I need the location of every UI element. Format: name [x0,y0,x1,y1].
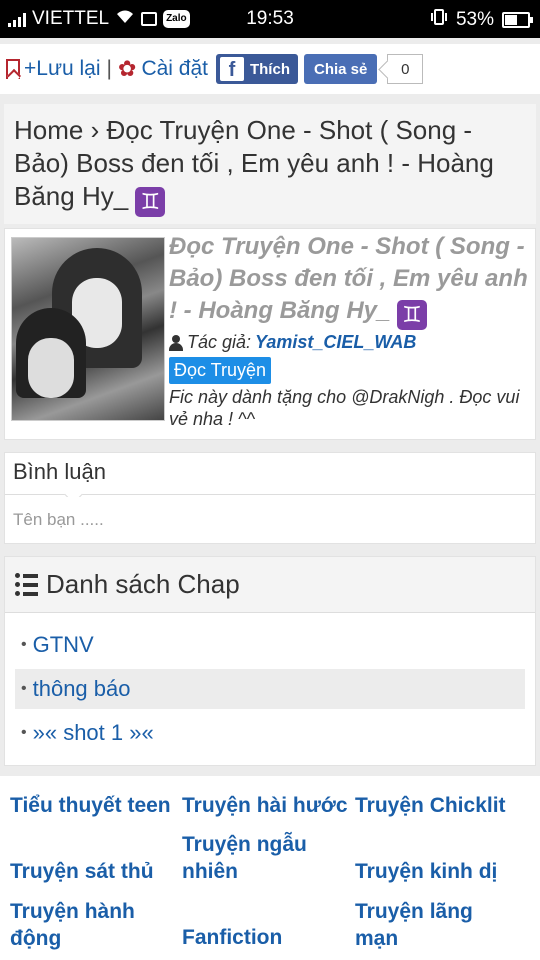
category-link-teen-novel[interactable]: Tiểu thuyết teen [10,792,180,819]
status-right: 53% [430,8,533,32]
save-label: +Lưu lại [24,57,101,80]
battery-percent: 53% [455,9,494,30]
facebook-icon: f [219,57,244,81]
chapter-list-header: Danh sách Chap [5,557,535,613]
bullet-icon: • [21,724,27,741]
story-card: Đọc Truyện One - Shot ( Song - Bảo) Boss… [4,228,536,440]
facebook-like-button[interactable]: f Thích [215,54,298,84]
share-button[interactable]: Chia sẻ [303,54,378,84]
chapter-label: »« shot 1 »« [32,720,154,745]
bullet-icon: • [21,680,27,697]
vibrate-icon [430,8,448,32]
comment-heading: Bình luận [5,453,535,495]
chapter-label: thông báo [32,676,131,701]
category-grid: Tiểu thuyết teen Truyện hài hước Truyện … [0,776,540,960]
category-link-action[interactable]: Truyện hành động [10,898,160,952]
status-bar: VIETTEL Zalo 19:53 53% [0,0,540,38]
battery-fill [505,15,517,25]
settings-button[interactable]: ✿ Cài đặt [118,56,208,82]
chapter-label: GTNV [32,632,94,657]
category-link-fanfiction[interactable]: Fanfiction [182,924,352,951]
story-description: Fic này dành tặng cho @DrakNigh . Đọc vu… [169,387,520,429]
name-input[interactable] [5,497,535,543]
toolbar-separator: | [106,57,112,80]
category-link-chicklit[interactable]: Truyện Chicklit [355,792,535,819]
category-link-comedy[interactable]: Truyện hài hước [182,792,352,819]
story-info: Đọc Truyện One - Shot ( Song - Bảo) Boss… [169,231,533,430]
chapter-item[interactable]: • GTNV [15,625,525,665]
like-label: Thích [249,60,290,78]
save-button[interactable]: +Lưu lại [6,57,101,81]
gemini-icon: ♊ [397,300,428,330]
chapter-item[interactable]: • thông báo [15,669,525,709]
share-count: 0 [387,54,424,84]
user-icon [169,334,183,351]
category-link-horror[interactable]: Truyện kinh dị [355,858,535,885]
battery-icon [502,12,533,28]
category-link-romance[interactable]: Truyện lãng mạn [355,898,505,952]
gear-icon: ✿ [118,56,137,81]
breadcrumb-text[interactable]: Home › Đọc Truyện One - Shot ( Song - Bả… [14,115,494,211]
gemini-icon: ♊ [135,187,166,217]
bullet-icon: • [21,636,27,653]
story-title-text: Đọc Truyện One - Shot ( Song - Bảo) Boss… [169,233,528,324]
chapter-list-title: Danh sách Chap [46,569,240,599]
settings-label: Cài đặt [141,57,208,80]
story-author: Tác giả: Yamist_CIEL_WAB [169,332,533,353]
category-link-random[interactable]: Truyện ngẫu nhiên [182,831,332,885]
story-title: Đọc Truyện One - Shot ( Song - Bảo) Boss… [169,231,533,330]
chapter-items: • GTNV • thông báo • »« shot 1 »« [5,613,535,753]
author-label: Tác giả: [187,332,252,352]
story-cover-image[interactable] [11,237,165,421]
top-toolbar: +Lưu lại | ✿ Cài đặt f Thích Chia sẻ 0 [0,44,540,94]
chapter-item[interactable]: • »« shot 1 »« [15,713,525,753]
read-story-button[interactable]: Đọc Truyện [169,357,272,384]
list-icon [15,573,38,596]
category-link-assassin[interactable]: Truyện sát thủ [10,858,180,885]
breadcrumb: Home › Đọc Truyện One - Shot ( Song - Bả… [4,104,536,224]
chapter-list: Danh sách Chap • GTNV • thông báo • »« shot… [4,556,536,766]
cover-face-girl [28,338,74,398]
comment-section: Bình luận [4,452,536,544]
author-link[interactable]: Yamist_CIEL_WAB [255,332,416,353]
bookmark-icon [6,59,20,79]
